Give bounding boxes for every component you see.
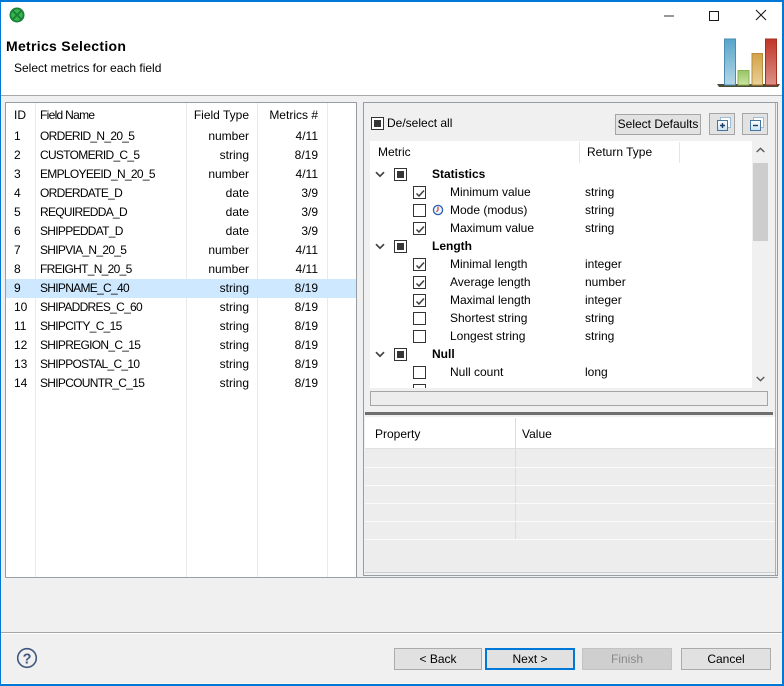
svg-text:?: ? <box>23 652 32 668</box>
